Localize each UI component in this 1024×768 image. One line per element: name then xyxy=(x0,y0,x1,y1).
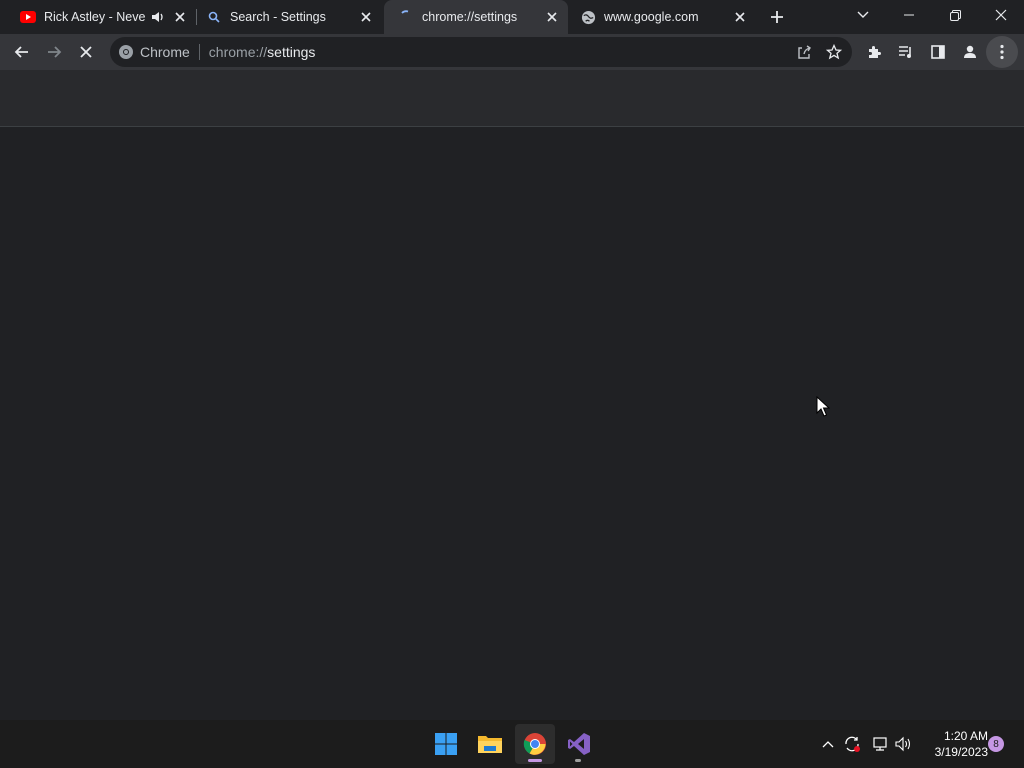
visual-studio-icon[interactable] xyxy=(559,724,599,764)
volume-icon[interactable] xyxy=(894,734,914,754)
network-icon[interactable] xyxy=(870,734,890,754)
file-explorer-icon[interactable] xyxy=(470,724,510,764)
tab-search-button[interactable] xyxy=(840,0,886,30)
tab-chrome-settings[interactable]: chrome://settings xyxy=(384,0,568,34)
media-control-button[interactable] xyxy=(890,36,922,68)
browser-toolbar: Chrome chrome://settings xyxy=(0,34,1024,70)
windows-taskbar: 1:20 AM 3/19/2023 8 xyxy=(0,720,1024,768)
back-button[interactable] xyxy=(6,36,38,68)
chrome-icon[interactable] xyxy=(515,724,555,764)
site-label: Chrome xyxy=(140,44,190,60)
audio-playing-icon[interactable] xyxy=(150,9,166,25)
new-tab-button[interactable] xyxy=(761,1,793,33)
restore-button[interactable] xyxy=(932,0,978,30)
clock-date: 3/19/2023 xyxy=(934,745,988,759)
close-tab-icon[interactable] xyxy=(358,9,374,25)
url-host: settings xyxy=(267,44,316,60)
chrome-menu-button[interactable] xyxy=(986,36,1018,68)
settings-header-bar xyxy=(0,70,1024,127)
clock-time: 1:20 AM xyxy=(943,729,988,743)
youtube-icon xyxy=(20,9,36,25)
tab-divider xyxy=(196,9,197,25)
share-icon[interactable] xyxy=(796,44,812,60)
tab-youtube[interactable]: Rick Astley - Never Gonna Give You Up xyxy=(12,0,196,34)
close-tab-icon[interactable] xyxy=(172,9,188,25)
show-hidden-icons-chevron-icon[interactable] xyxy=(818,734,838,754)
forward-button[interactable] xyxy=(38,36,70,68)
tab-search-settings[interactable]: Search - Settings xyxy=(198,0,382,34)
notification-badge[interactable]: 8 xyxy=(988,736,1004,752)
close-tab-icon[interactable] xyxy=(544,9,560,25)
page-content-area xyxy=(0,127,1024,720)
tab-title: chrome://settings xyxy=(422,10,518,24)
loading-spinner-icon xyxy=(398,9,414,25)
windows-start-icon[interactable] xyxy=(426,724,466,764)
tab-title: Rick Astley - Never Gonna Give You Up xyxy=(44,10,146,24)
stop-loading-button[interactable] xyxy=(70,36,102,68)
side-panel-button[interactable] xyxy=(922,36,954,68)
mouse-cursor-icon xyxy=(816,396,830,417)
active-app-indicator xyxy=(528,759,542,762)
close-window-button[interactable] xyxy=(978,0,1024,30)
address-bar[interactable]: Chrome chrome://settings xyxy=(110,37,852,67)
globe-icon xyxy=(580,9,596,25)
close-tab-icon[interactable] xyxy=(732,9,748,25)
tab-title: www.google.com xyxy=(604,10,699,24)
extensions-button[interactable] xyxy=(858,36,890,68)
running-app-indicator xyxy=(575,759,581,762)
sync-icon[interactable] xyxy=(842,734,862,754)
search-icon xyxy=(206,9,222,25)
profile-avatar[interactable] xyxy=(954,36,986,68)
omnibox-divider xyxy=(198,44,200,60)
minimize-button[interactable] xyxy=(886,0,932,30)
tab-title: Search - Settings xyxy=(230,10,326,24)
clock[interactable]: 1:20 AM 3/19/2023 xyxy=(920,728,988,760)
tab-google[interactable]: www.google.com xyxy=(572,0,756,34)
tab-strip: Rick Astley - Never Gonna Give You Up Se… xyxy=(0,0,1024,34)
bookmark-star-icon[interactable] xyxy=(826,44,842,60)
url-scheme: chrome:// xyxy=(208,44,268,60)
chrome-site-icon[interactable] xyxy=(118,44,134,60)
